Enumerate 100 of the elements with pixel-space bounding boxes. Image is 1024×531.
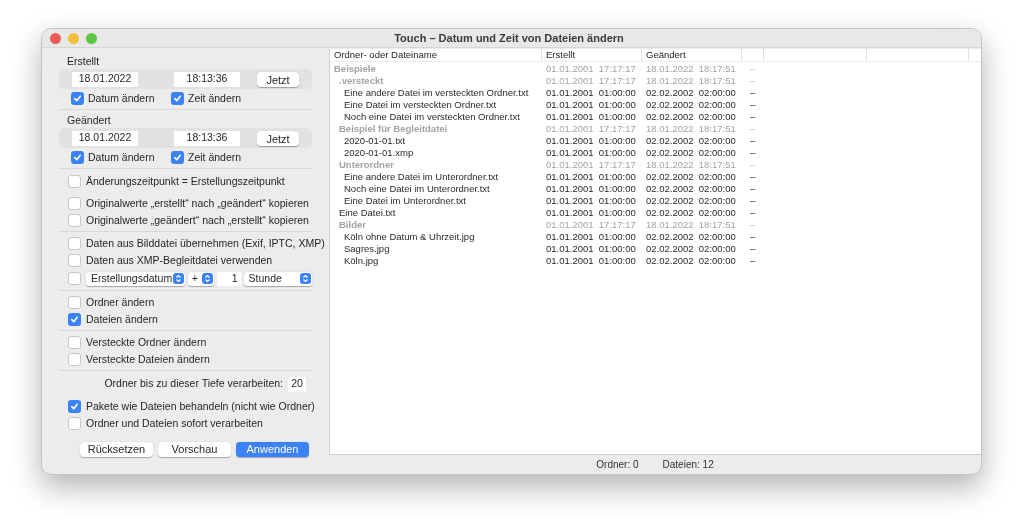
action-button[interactable]: Anwenden [236,442,309,457]
checkbox[interactable] [171,92,184,105]
time-field[interactable]: 18:13:36 [174,130,240,146]
checkbox[interactable] [68,175,81,188]
table-cell-text: 01.01.2001 17:17:17 [545,219,637,231]
action-button[interactable]: Vorschau [158,442,231,457]
checkbox[interactable] [68,237,81,250]
table-cell-text: Beispiel für Begleitdatei [338,123,449,135]
table-cell-text: 18.01.2022 18:17:51 [645,219,737,231]
table-cell-text: Unterordner [338,159,395,171]
checkbox[interactable] [68,417,81,430]
checkmark-icon [73,153,82,162]
stepper-icon [172,273,184,284]
close-icon[interactable] [50,32,61,44]
table-cell-text: 01.01.2001 01:00:00 [545,183,637,195]
table-cell-text: 02.02.2002 02:00:00 [645,111,737,123]
checkbox[interactable] [68,400,81,413]
table-cell-text: 01.01.2001 17:17:17 [545,159,637,171]
checkmark-icon [173,153,182,162]
table-cell-text: Beispiele [333,63,377,75]
checkbox[interactable] [68,336,81,349]
table-cell-text: 01.01.2001 01:00:00 [545,255,637,267]
date-field[interactable]: 18.01.2022 [72,71,138,87]
table-cell-text: 01.01.2001 01:00:00 [545,195,637,207]
table-cell-text: 02.02.2002 02:00:00 [645,147,737,159]
zoom-icon[interactable] [86,32,97,44]
table-cell-text: 01.01.2001 01:00:00 [545,87,637,99]
table-cell-text: – [749,87,756,99]
table-cell-text: – [749,159,756,171]
field-select[interactable]: Erstellungsdatum [86,271,185,286]
minimize-icon[interactable] [68,32,79,44]
column-header[interactable]: Ordner- oder Dateiname [330,49,542,61]
checkbox-label: Datum ändern [88,90,155,106]
folder-count: Ordner: 0 [596,458,639,472]
time-field[interactable]: 18:13:36 [174,71,240,87]
table-cell-text: 01.01.2001 01:00:00 [545,135,637,147]
table-cell-text: 18.01.2022 18:17:51 [645,123,737,135]
checkbox[interactable] [68,353,81,366]
depth-label: Ordner bis zu dieser Tiefe verarbeiten: [104,376,283,392]
checkbox-label: Dateien ändern [86,311,158,327]
checkbox-label: Datum ändern [88,149,155,165]
checkbox[interactable] [71,151,84,164]
checkbox-label: Versteckte Ordner ändern [86,334,207,350]
table-cell-text: Eine andere Datei im versteckten Ordner.txt [343,87,530,99]
table-cell-text: 02.02.2002 02:00:00 [645,171,737,183]
checkbox-label: Originalwerte „geändert“ nach „erstellt“ kopieren [86,212,309,228]
table-cell-text: 01.01.2001 01:00:00 [545,243,637,255]
checkbox[interactable] [68,296,81,309]
checkbox-label: Daten aus XMP-Begleitdatei verwenden [86,252,273,268]
now-button[interactable]: Jetzt [257,71,299,87]
now-button[interactable]: Jetzt [257,130,299,146]
table-cell-text: 01.01.2001 01:00:00 [545,231,637,243]
table-cell-text: – [749,219,756,231]
checkbox[interactable] [71,92,84,105]
table-cell-text: 18.01.2022 18:17:51 [645,63,737,75]
checkbox-label: Originalwerte „erstellt“ nach „geändert“ kopieren [86,195,309,211]
amount-field[interactable]: 1 [217,271,241,286]
stepper-icon [202,273,214,284]
table-cell-text: Eine Datei im versteckten Ordner.txt [343,99,498,111]
checkbox-label: Ordner ändern [86,294,155,310]
checkbox[interactable] [68,272,81,285]
sign-select[interactable]: + [187,271,215,286]
section-label: Geändert [66,113,112,127]
table-cell-text: 02.02.2002 02:00:00 [645,99,737,111]
checkbox[interactable] [68,254,81,267]
table-cell-text: 01.01.2001 17:17:17 [545,63,637,75]
table-cell-text: Bilder [338,219,367,231]
table-cell-text: – [749,147,756,159]
table-cell-text: Köln.jpg [343,255,380,267]
table-cell-text: – [749,99,756,111]
table-cell-text: – [749,243,756,255]
table-cell-text: – [749,135,756,147]
checkbox[interactable] [68,313,81,326]
table-cell-text: – [749,111,756,123]
checkbox-label: Daten aus Bilddatei übernehmen (Exif, IPTC, XMP) [86,235,325,251]
table-cell-text: 2020-01-01.xmp [343,147,415,159]
table-cell-text: Köln ohne Datum & Uhrzeit.jpg [343,231,476,243]
unit-select[interactable]: Stunde [243,271,312,286]
table-cell-text: 01.01.2001 01:00:00 [545,171,637,183]
date-field[interactable]: 18.01.2022 [72,130,138,146]
table-cell-text: 02.02.2002 02:00:00 [645,135,737,147]
checkbox[interactable] [171,151,184,164]
checkbox[interactable] [68,197,81,210]
table-cell-text: 02.02.2002 02:00:00 [645,207,737,219]
window-title: Touch – Datum und Zeit von Dateien ändern [393,30,625,46]
table-cell-text: – [749,231,756,243]
column-header[interactable]: Geändert [642,49,742,61]
checkmark-icon [173,94,182,103]
table-cell-text: Noch eine Datei im Unterordner.txt [343,183,491,195]
checkmark-icon [70,402,79,411]
table-cell-text: – [749,75,756,87]
action-button[interactable]: Rücksetzen [80,442,153,457]
table-cell-text: 01.01.2001 01:00:00 [545,99,637,111]
table-cell-text: 02.02.2002 02:00:00 [645,183,737,195]
table-cell-text: 2020-01-01.txt [343,135,407,147]
table-cell-text: .versteckt [338,75,385,87]
depth-field[interactable]: 20 [288,376,306,392]
column-header[interactable]: Erstellt [542,49,642,61]
table-cell-text: 02.02.2002 02:00:00 [645,87,737,99]
checkbox[interactable] [68,214,81,227]
